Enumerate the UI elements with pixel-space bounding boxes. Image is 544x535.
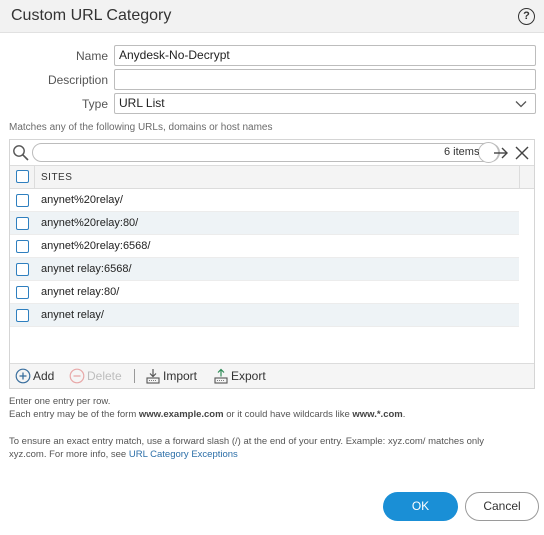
type-select-value: URL List [119,96,165,110]
note-line-2-mid: or it could have wildcards like [223,409,353,420]
delete-button[interactable]: Delete [69,368,127,384]
match-hint: Matches any of the following URLs, domai… [9,122,273,133]
header-scroll-cell [519,166,534,188]
import-button[interactable]: Import [145,368,203,384]
site-cell: anynet relay:6568/ [41,263,132,275]
description-label: Description [47,73,108,87]
note-line-4-prefix: xyz.com. For more info, see [9,449,129,460]
dialog-titlebar: Custom URL Category ? [0,0,544,33]
url-category-exceptions-link[interactable]: URL Category Exceptions [129,449,238,460]
row-checkbox[interactable] [16,309,29,322]
note-example-2: www.*.com [352,409,403,420]
import-icon [146,369,160,384]
table-row[interactable]: anynet%20relay:80/ [10,212,519,235]
toolbar-divider [134,369,135,383]
add-button[interactable]: Add [15,368,59,384]
note-example-1: www.example.com [138,409,224,420]
add-label: Add [33,369,55,383]
search-input[interactable] [32,143,500,162]
ok-button[interactable]: OK [383,492,458,521]
grid-toolbar: Add Delete Import Export [10,363,534,388]
type-select[interactable]: URL List [114,93,536,114]
close-icon[interactable] [515,146,529,160]
row-checkbox[interactable] [16,286,29,299]
item-count: 6 items [444,146,480,158]
plus-circle-icon [15,368,31,384]
site-cell: anynet%20relay/ [41,194,123,206]
note-line-4: xyz.com. For more info, see URL Category… [9,449,238,460]
description-field[interactable] [114,69,536,90]
search-icon [13,145,29,161]
export-button[interactable]: Export [213,368,273,384]
delete-label: Delete [87,369,122,383]
cancel-button[interactable]: Cancel [465,492,539,521]
note-line-2: Each entry may be of the form www.exampl… [9,409,405,420]
minus-circle-icon [69,368,85,384]
site-cell: anynet relay:80/ [41,286,120,298]
table-row[interactable]: anynet relay/ [10,304,519,327]
site-cell: anynet%20relay:6568/ [41,240,151,252]
table-row[interactable]: anynet%20relay/ [10,189,519,212]
table-row[interactable]: anynet relay:6568/ [10,258,519,281]
table-row[interactable]: anynet%20relay:6568/ [10,235,519,258]
note-line-2-prefix: Each entry may be of the form [9,409,139,420]
table-row[interactable]: anynet relay:80/ [10,281,519,304]
import-label: Import [163,369,198,383]
select-all-checkbox[interactable] [16,170,29,183]
export-label: Export [231,369,266,383]
row-checkbox[interactable] [16,194,29,207]
type-label: Type [81,97,108,111]
arrow-right-icon[interactable] [493,145,509,161]
name-label: Name [75,49,108,63]
grid-header: SITES [10,165,534,189]
note-line-3: To ensure an exact entry match, use a fo… [9,436,485,447]
chevron-down-icon [515,101,527,108]
help-icon[interactable]: ? [518,8,535,25]
site-cell: anynet relay/ [41,309,104,321]
dialog-title: Custom URL Category [11,7,172,24]
name-field[interactable]: Anydesk-No-Decrypt [114,45,536,66]
note-line-1: Enter one entry per row. [9,396,111,407]
header-check-cell [10,166,35,188]
row-checkbox[interactable] [16,263,29,276]
row-checkbox[interactable] [16,217,29,230]
row-checkbox[interactable] [16,240,29,253]
note-line-2-suffix: . [402,409,406,420]
site-cell: anynet%20relay:80/ [41,217,139,229]
export-icon [214,368,228,384]
sites-grid: 6 items SITES anynet%20relay/ anynet%20r… [9,139,535,389]
column-header-sites[interactable]: SITES [41,172,72,183]
